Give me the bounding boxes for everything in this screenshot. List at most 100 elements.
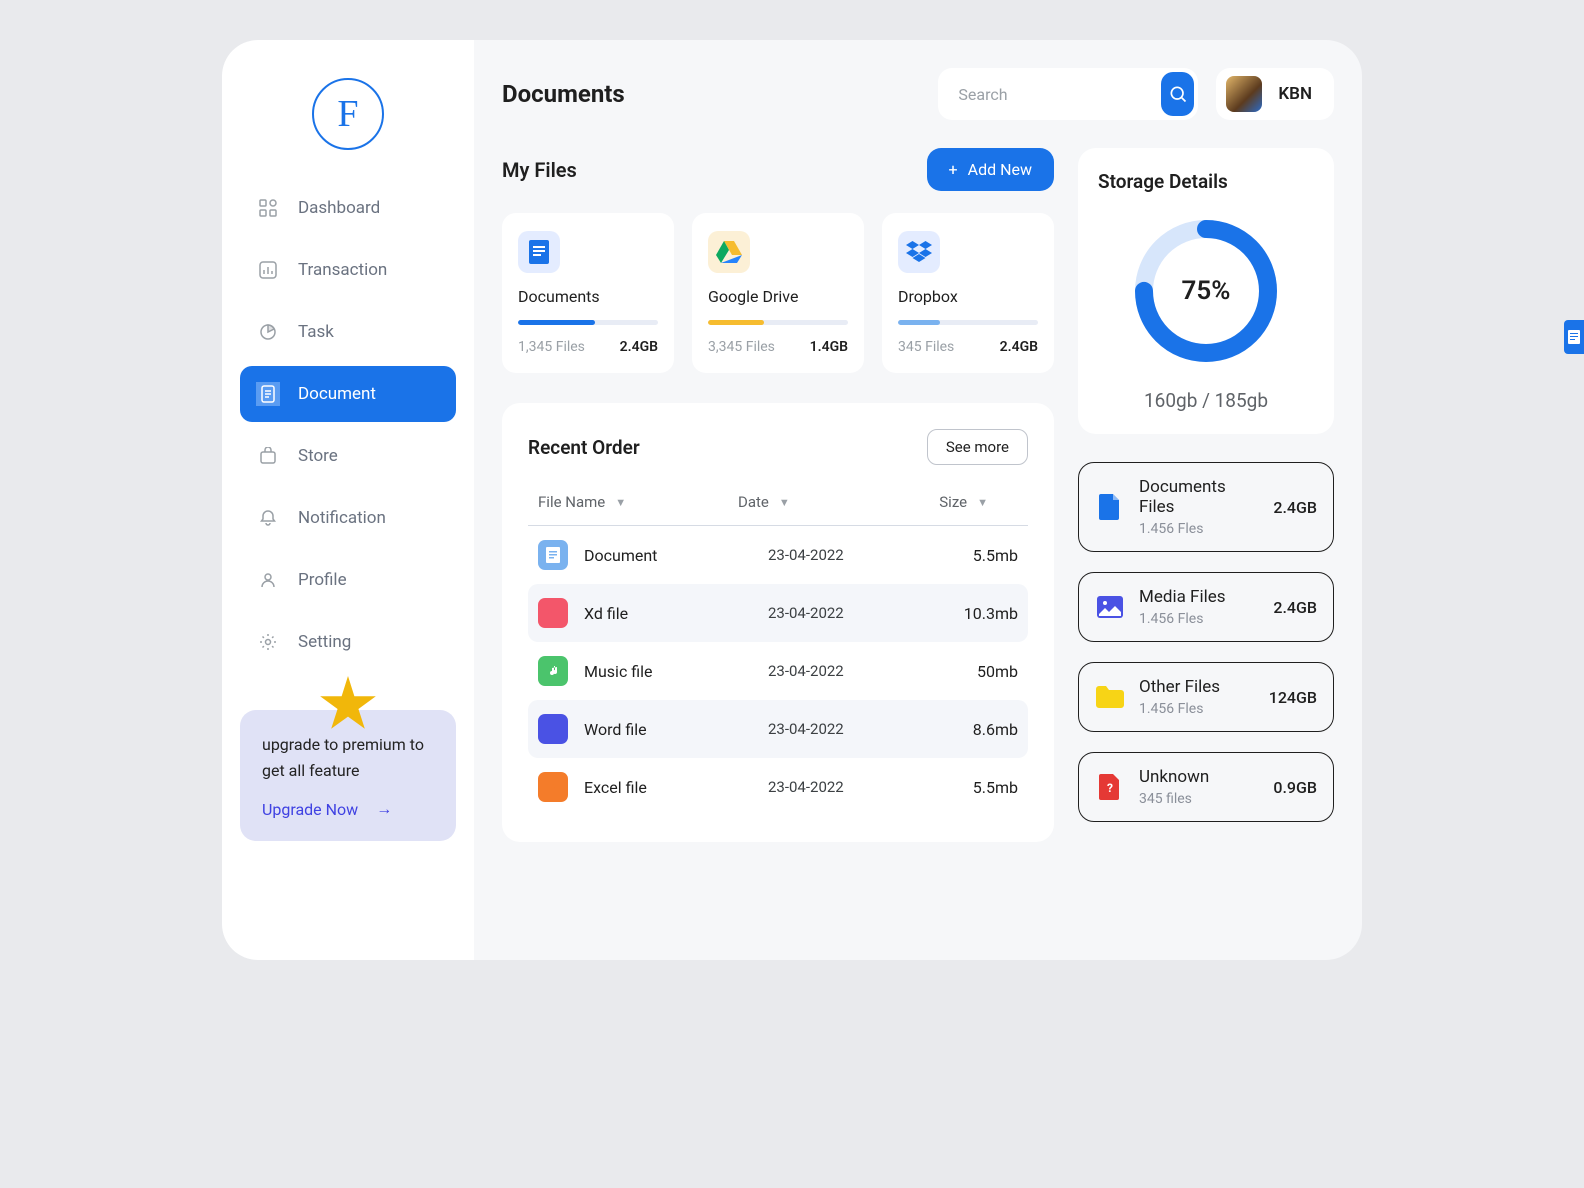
file-size: 10.3mb <box>918 604 1018 623</box>
table-row[interactable]: W Word file 23-04-2022 8.6mb <box>528 700 1028 758</box>
storage-card-dropbox[interactable]: Dropbox 345 Files2.4GB <box>882 213 1054 373</box>
unknown-icon: ? <box>1095 772 1125 802</box>
recent-panel: Recent Order See more File Name ▼ Date ▼ <box>502 403 1054 842</box>
upgrade-now-link[interactable]: Upgrade Now → <box>262 799 434 819</box>
bell-icon <box>256 506 280 530</box>
myfiles-title: My Files <box>502 158 577 182</box>
card-name: Google Drive <box>708 287 848 306</box>
category-file-count: 1.456 Fles <box>1139 521 1259 537</box>
myfiles-header: My Files + Add New <box>502 148 1054 191</box>
file-date: 23-04-2022 <box>768 720 918 738</box>
content-columns: My Files + Add New Documents 1,345 Files… <box>502 148 1334 932</box>
storage-card-documents[interactable]: Documents 1,345 Files2.4GB <box>502 213 674 373</box>
sidebar: F Dashboard Transaction Task Document Store N… <box>222 40 474 960</box>
avatar <box>1226 76 1262 112</box>
sidebar-item-label: Profile <box>298 570 347 590</box>
floating-side-tab[interactable] <box>1564 320 1584 354</box>
file-name: Music file <box>584 662 768 681</box>
column-date[interactable]: Date ▼ <box>738 493 888 511</box>
table-row[interactable]: Xd Xd file 23-04-2022 10.3mb <box>528 584 1028 642</box>
star-icon <box>319 676 377 734</box>
dropbox-icon <box>898 231 940 273</box>
user-chip[interactable]: KBN <box>1216 68 1334 120</box>
pie-icon <box>256 320 280 344</box>
file-name: Word file <box>584 720 768 739</box>
category-item-unknown[interactable]: ? Unknown 345 files 0.9GB <box>1078 752 1334 822</box>
main-area: Documents KBN My Files + Add New <box>474 40 1362 960</box>
category-file-count: 1.456 Fles <box>1139 701 1255 717</box>
card-progress <box>518 320 658 325</box>
table-body: Document 23-04-2022 5.5mb Xd Xd file 23-… <box>528 526 1028 816</box>
chart-icon <box>256 258 280 282</box>
logo-letter: F <box>337 92 358 136</box>
search-box <box>938 68 1198 120</box>
sidebar-item-label: Dashboard <box>298 198 380 218</box>
sidebar-item-label: Notification <box>298 508 386 528</box>
promo-cta-label: Upgrade Now <box>262 800 358 819</box>
sidebar-item-dashboard[interactable]: Dashboard <box>240 180 456 236</box>
search-button[interactable] <box>1161 72 1194 116</box>
table-row[interactable]: X Excel file 23-04-2022 5.5mb <box>528 758 1028 816</box>
music-file-icon <box>538 656 568 686</box>
card-file-count: 1,345 Files <box>518 339 585 355</box>
category-size: 124GB <box>1269 688 1317 707</box>
grid-icon <box>256 196 280 220</box>
sidebar-item-transaction[interactable]: Transaction <box>240 242 456 298</box>
storage-title: Storage Details <box>1098 170 1314 193</box>
storage-percent: 75% <box>1182 276 1231 306</box>
category-item-other-files[interactable]: Other Files 1.456 Fles 124GB <box>1078 662 1334 732</box>
sidebar-item-label: Setting <box>298 632 351 652</box>
category-item-media-files[interactable]: Media Files 1.456 Fles 2.4GB <box>1078 572 1334 642</box>
user-icon <box>256 568 280 592</box>
sidebar-item-document[interactable]: Document <box>240 366 456 422</box>
sidebar-item-profile[interactable]: Profile <box>240 552 456 608</box>
sidebar-item-notification[interactable]: Notification <box>240 490 456 546</box>
storage-card-google-drive[interactable]: Google Drive 3,345 Files1.4GB <box>692 213 864 373</box>
table-row[interactable]: Music file 23-04-2022 50mb <box>528 642 1028 700</box>
card-progress <box>708 320 848 325</box>
category-size: 2.4GB <box>1273 498 1317 517</box>
right-column: Storage Details 75% 160gb / 185gb Docume… <box>1078 148 1334 932</box>
sort-caret-icon: ▼ <box>615 496 626 509</box>
folder-icon <box>1095 682 1125 712</box>
storage-usage: 160gb / 185gb <box>1098 389 1314 412</box>
sidebar-item-task[interactable]: Task <box>240 304 456 360</box>
column-filename[interactable]: File Name ▼ <box>538 493 738 511</box>
upgrade-promo: upgrade to premium to get all feature Up… <box>240 710 456 841</box>
card-name: Dropbox <box>898 287 1038 306</box>
category-size: 0.9GB <box>1273 778 1317 797</box>
see-more-button[interactable]: See more <box>927 429 1028 465</box>
category-list: Documents Files 1.456 Fles 2.4GB Media F… <box>1078 462 1334 822</box>
column-size[interactable]: Size ▼ <box>888 493 988 511</box>
doc-icon <box>1095 492 1125 522</box>
file-name: Excel file <box>584 778 768 797</box>
category-file-count: 1.456 Fles <box>1139 611 1259 627</box>
add-new-button[interactable]: + Add New <box>927 148 1054 191</box>
plus-icon: + <box>949 160 958 179</box>
add-new-label: Add New <box>968 160 1032 179</box>
sidebar-item-setting[interactable]: Setting <box>240 614 456 670</box>
center-column: My Files + Add New Documents 1,345 Files… <box>502 148 1054 932</box>
search-icon <box>1168 84 1188 104</box>
table-row[interactable]: Document 23-04-2022 5.5mb <box>528 526 1028 584</box>
drive-icon <box>708 231 750 273</box>
storage-donut: 75% <box>1126 211 1286 371</box>
logo: F <box>312 78 384 150</box>
arrow-right-icon: → <box>376 799 392 819</box>
bag-icon <box>256 444 280 468</box>
category-item-documents-files[interactable]: Documents Files 1.456 Fles 2.4GB <box>1078 462 1334 552</box>
doc-file-icon <box>538 540 568 570</box>
card-name: Documents <box>518 287 658 306</box>
category-name: Unknown <box>1139 767 1259 787</box>
doc-icon <box>518 231 560 273</box>
document-icon <box>256 382 280 406</box>
doc-icon <box>1568 330 1580 344</box>
card-file-count: 3,345 Files <box>708 339 775 355</box>
card-progress <box>898 320 1038 325</box>
search-input[interactable] <box>958 85 1161 104</box>
sidebar-item-store[interactable]: Store <box>240 428 456 484</box>
file-size: 5.5mb <box>918 546 1018 565</box>
word-file-icon: W <box>538 714 568 744</box>
file-size: 50mb <box>918 662 1018 681</box>
table-header: File Name ▼ Date ▼ Size ▼ <box>528 485 1028 526</box>
